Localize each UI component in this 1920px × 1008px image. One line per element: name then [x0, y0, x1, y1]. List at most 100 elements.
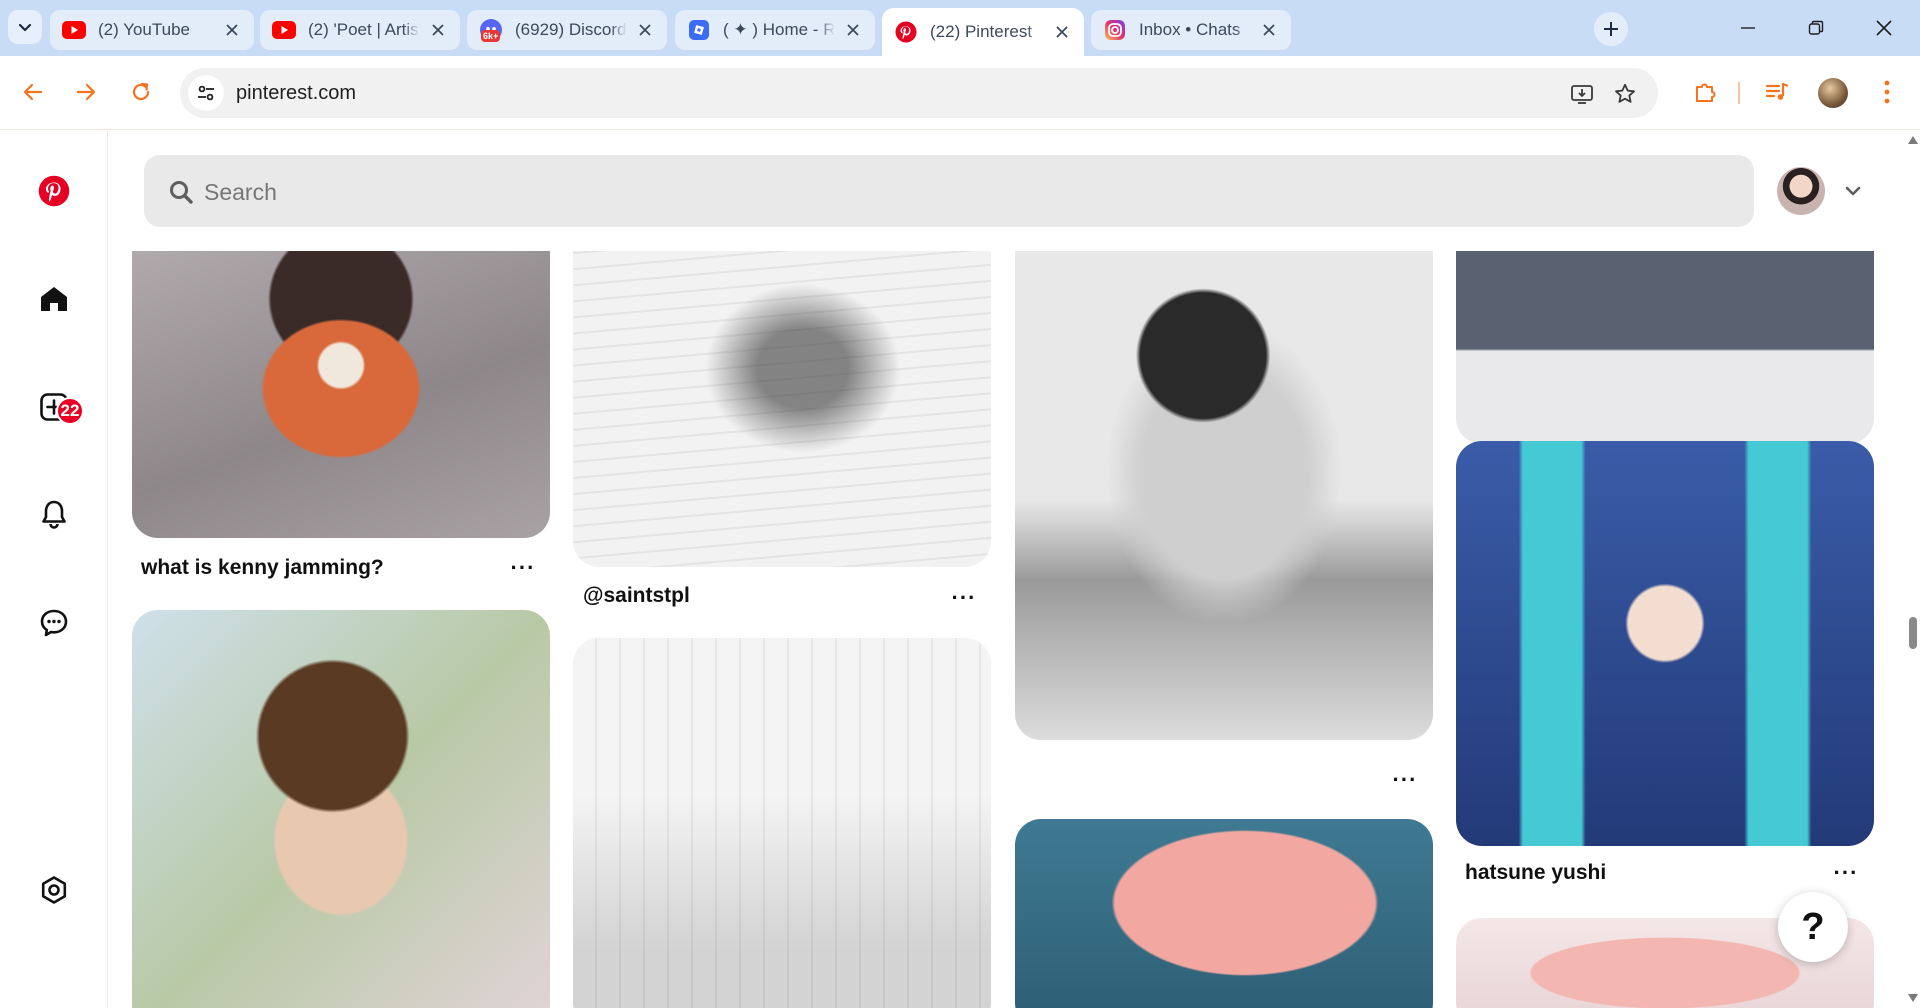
pin-image-kenny[interactable] [132, 206, 550, 538]
address-bar[interactable]: pinterest.com [180, 68, 1658, 118]
pin-image-castle-sketch[interactable] [573, 638, 991, 1008]
address-url[interactable]: pinterest.com [236, 82, 356, 105]
search-placeholder: Search [204, 179, 277, 205]
tab-title: (6929) Discord | @ [515, 20, 627, 39]
nav-settings[interactable] [30, 866, 78, 914]
close-window-button[interactable] [1862, 8, 1906, 48]
bell-icon [42, 500, 66, 529]
browser-toolbar: pinterest.com [0, 56, 1920, 130]
restore-button[interactable] [1794, 8, 1838, 48]
tab-youtube-poet[interactable]: (2) 'Poet | Artist' Dance [260, 10, 460, 50]
youtube-icon [272, 18, 296, 42]
pin-more-options-button[interactable]: ··· [506, 555, 540, 580]
install-icon [1571, 85, 1593, 104]
bookmark-button[interactable] [1611, 80, 1639, 108]
media-control-button[interactable] [1760, 75, 1794, 109]
pinterest-icon [894, 20, 918, 44]
arrow-left-icon [23, 83, 43, 101]
pin-image-pink-hair[interactable] [1015, 819, 1433, 1008]
pin-image-deer-sketch[interactable] [573, 206, 991, 567]
close-icon[interactable] [635, 20, 655, 40]
tab-instagram[interactable]: Inbox • Chats [1091, 10, 1291, 50]
pin-title[interactable]: hatsune yushi [1465, 861, 1606, 885]
scroll-down-arrow[interactable] [1908, 993, 1918, 1003]
pin-image-teal-wig[interactable] [1456, 441, 1874, 846]
notification-count-badge: 22 [56, 397, 84, 425]
restore-icon [1808, 20, 1824, 35]
help-button[interactable]: ? [1778, 892, 1848, 962]
profile-avatar[interactable] [1818, 78, 1848, 108]
more-vertical-icon [1884, 80, 1890, 104]
close-icon[interactable] [843, 20, 863, 40]
reload-button[interactable] [122, 73, 160, 111]
toolbar-divider [1738, 82, 1740, 104]
minimize-button[interactable] [1726, 8, 1770, 48]
forward-button[interactable] [67, 73, 105, 111]
extensions-button[interactable] [1688, 75, 1722, 109]
account-menu-button[interactable] [1837, 175, 1869, 207]
roblox-icon [687, 18, 711, 42]
pin-more-options-button[interactable]: ··· [1388, 767, 1422, 792]
tune-icon [198, 85, 214, 101]
pin-image-portrait[interactable] [132, 610, 550, 1008]
search-input[interactable]: Search [144, 155, 1754, 227]
search-icon [170, 181, 193, 204]
pinterest-icon [38, 175, 70, 207]
new-tab-button[interactable] [1594, 12, 1628, 46]
close-icon[interactable] [428, 20, 448, 40]
plus-icon [1604, 22, 1618, 36]
site-info-button[interactable] [188, 75, 224, 111]
discord-icon: 6k+ [479, 18, 503, 42]
scroll-up-arrow[interactable] [1908, 135, 1918, 145]
reload-icon [132, 82, 150, 101]
nav-home[interactable] [30, 275, 78, 323]
star-icon [1615, 83, 1635, 103]
pinterest-header: Search [109, 131, 1906, 251]
nav-messages[interactable] [30, 599, 78, 647]
user-avatar[interactable] [1777, 167, 1825, 215]
chevron-down-icon [18, 23, 32, 32]
tab-title: ( ✦ ) Home - Roblox [723, 20, 835, 39]
nav-notifications[interactable] [30, 490, 78, 538]
arrow-right-icon [76, 83, 96, 101]
chevron-down-icon [1845, 186, 1861, 196]
tab-strip: (2) YouTube (2) 'Poet | Artist' Dance 6k… [0, 0, 1920, 56]
queue-music-icon [1765, 82, 1789, 100]
close-icon[interactable] [222, 20, 242, 40]
tab-title: (2) 'Poet | Artist' Dance [308, 20, 420, 39]
home-icon [41, 287, 67, 311]
pin-image-bw-portrait[interactable] [1015, 206, 1433, 740]
triangle-down-icon [1908, 994, 1918, 1002]
tab-title: (2) YouTube [98, 20, 190, 39]
tab-title: Inbox • Chats [1139, 20, 1241, 39]
tab-roblox[interactable]: ( ✦ ) Home - Roblox [675, 10, 875, 50]
minimize-icon [1741, 27, 1755, 29]
browser-menu-button[interactable] [1870, 75, 1904, 109]
triangle-up-icon [1908, 136, 1918, 144]
back-button[interactable] [14, 73, 52, 111]
discord-badge: 6k+ [481, 30, 501, 42]
settings-icon [41, 876, 67, 904]
instagram-icon [1103, 18, 1127, 42]
scrollbar-thumb[interactable] [1909, 617, 1917, 649]
pin-more-options-button[interactable]: ··· [947, 585, 981, 610]
tab-discord[interactable]: 6k+ (6929) Discord | @ [467, 10, 667, 50]
pinterest-logo[interactable] [30, 167, 78, 215]
youtube-icon [62, 18, 86, 42]
pin-title[interactable]: @saintstpl [583, 584, 690, 608]
close-icon[interactable] [1259, 20, 1279, 40]
page-scrollbar[interactable] [1906, 131, 1920, 1008]
install-app-button[interactable] [1568, 80, 1596, 108]
chat-bubble-icon [40, 609, 68, 637]
tab-search-button[interactable] [8, 10, 42, 44]
tab-pinterest[interactable]: (22) Pinterest [882, 8, 1084, 56]
pin-title[interactable]: what is kenny jamming? [141, 556, 384, 580]
pinterest-page: 22 Search what is kenny jamming? ··· @sa… [0, 131, 1920, 1008]
tab-title: (22) Pinterest [930, 22, 1033, 41]
close-icon[interactable] [1052, 22, 1072, 42]
left-navigation-rail: 22 [0, 131, 108, 1008]
close-icon [1876, 20, 1892, 36]
puzzle-icon [1696, 83, 1716, 102]
pin-more-options-button[interactable]: ··· [1829, 860, 1863, 885]
tab-youtube[interactable]: (2) YouTube [50, 10, 254, 50]
